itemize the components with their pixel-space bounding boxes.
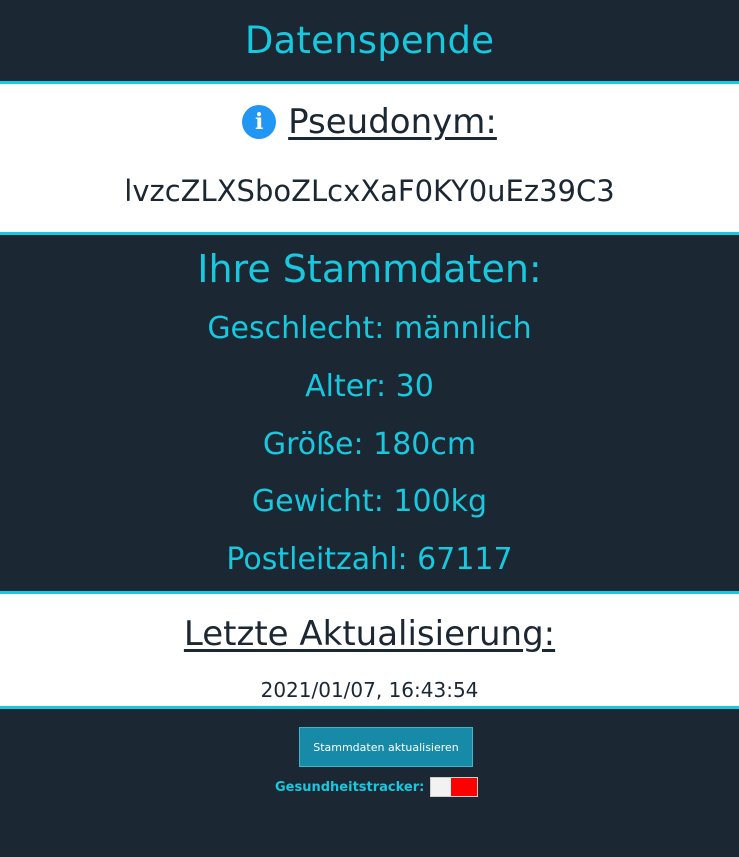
pseudonym-heading: i Pseudonym: (0, 102, 739, 142)
data-donation-page: Datenspende i Pseudonym: lvzcZLXSboZLcxX… (0, 0, 739, 857)
pseudonym-value: lvzcZLXSboZLcxXaF0KY0uEz39C3 (124, 174, 615, 208)
info-icon[interactable]: i (242, 105, 277, 139)
last-update-section: Letzte Aktualisierung: 2021/01/07, 16:43… (0, 594, 739, 706)
postal-code-value: Postleitzahl: 67117 (226, 542, 513, 577)
weight-value: Gewicht: 100kg (251, 484, 488, 519)
gender-value: Geschlecht: männlich (207, 311, 532, 346)
actions-section: Stammdaten aktualisieren Gesundheitstrac… (0, 709, 739, 857)
height-value: Größe: 180cm (262, 427, 477, 462)
page-title: Datenspende (244, 19, 495, 62)
last-update-timestamp: 2021/01/07, 16:43:54 (260, 678, 479, 702)
pseudonym-title: Pseudonym: (288, 102, 497, 142)
toggle-knob (431, 778, 452, 796)
last-update-title: Letzte Aktualisierung: (183, 614, 556, 654)
toggle-track (451, 778, 478, 796)
age-value: Alter: 30 (305, 369, 434, 404)
master-data-title: Ihre Stammdaten: (197, 247, 542, 291)
health-tracker-row: Gesundheitstracker: (275, 777, 479, 797)
app-header: Datenspende (0, 0, 739, 81)
update-master-data-button[interactable]: Stammdaten aktualisieren (299, 727, 473, 767)
health-tracker-label: Gesundheitstracker: (275, 779, 425, 795)
master-data-section: Ihre Stammdaten: Geschlecht: männlich Al… (0, 235, 739, 591)
pseudonym-section: i Pseudonym: lvzcZLXSboZLcxXaF0KY0uEz39C… (0, 84, 739, 232)
health-tracker-toggle[interactable] (430, 777, 479, 797)
